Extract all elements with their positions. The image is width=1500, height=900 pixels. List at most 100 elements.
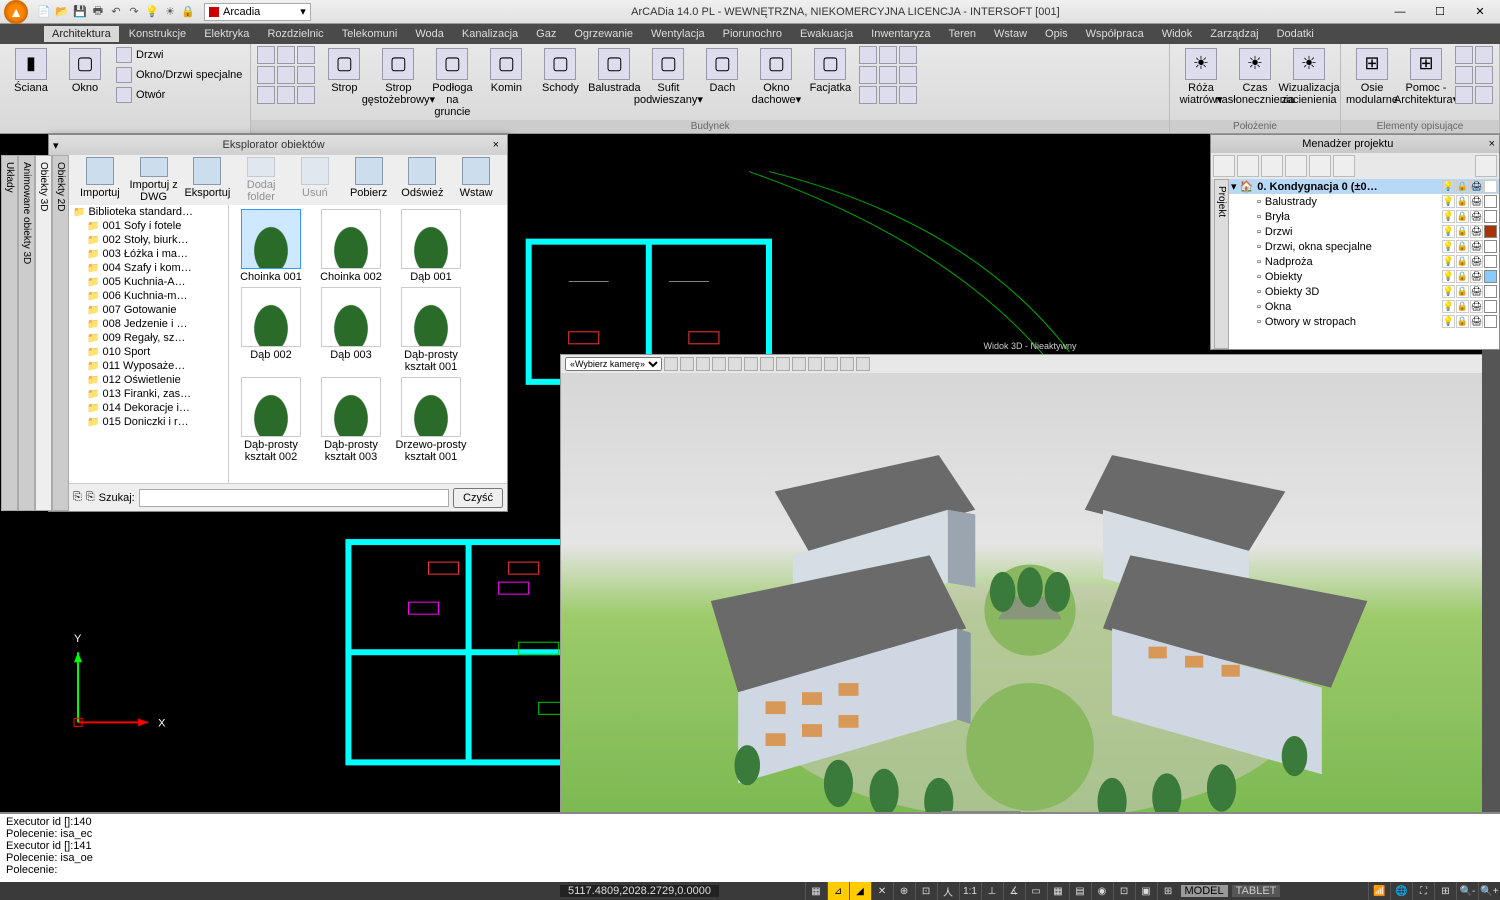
- sb-btn[interactable]: ∡: [1003, 882, 1025, 900]
- btn-sub[interactable]: Otwór: [114, 86, 244, 104]
- menu-tab-rozdzielnic[interactable]: Rozdzielnic: [259, 26, 331, 42]
- menu-tab-konstrukcje[interactable]: Konstrukcje: [121, 26, 194, 42]
- small-tool[interactable]: [257, 46, 275, 64]
- sb-btn[interactable]: 人: [937, 882, 959, 900]
- objexp-sidetab[interactable]: Układy: [1, 155, 18, 511]
- tree-node[interactable]: 012 Oświetlenie: [69, 373, 228, 387]
- menu-tab-opis[interactable]: Opis: [1037, 26, 1076, 42]
- pm-tb[interactable]: [1333, 155, 1355, 177]
- btn[interactable]: ⊞Pomoc - Architektura▾: [1401, 46, 1451, 108]
- sb-btn[interactable]: ▭: [1025, 882, 1047, 900]
- camera-select[interactable]: «Wybierz kamerę»: [565, 357, 662, 371]
- qat-sun-icon[interactable]: ☀: [162, 4, 178, 20]
- thumb-item[interactable]: Dąb-prosty kształt 001: [393, 287, 469, 373]
- v3-btn[interactable]: [760, 357, 774, 371]
- btn[interactable]: ⊞Osie modularne: [1347, 46, 1397, 108]
- pm-root[interactable]: ▾ 🏠0. Kondygnacja 0 (±0…💡🔒🖨: [1229, 179, 1499, 194]
- thumb-item[interactable]: Dąb-prosty kształt 002: [233, 377, 309, 463]
- btn-okno dachowe▾[interactable]: ▢Okno dachowe▾: [751, 46, 801, 108]
- thumb-item[interactable]: Choinka 002: [313, 209, 389, 283]
- sb-btn[interactable]: ▤: [1069, 882, 1091, 900]
- objexp-tool-importuj z dwg[interactable]: Importuj z DWG: [129, 157, 179, 203]
- btn-podłoga na gruncie[interactable]: ▢Podłoga na gruncie: [427, 46, 477, 120]
- menu-tab-zarządzaj[interactable]: Zarządzaj: [1202, 26, 1266, 42]
- small-tool[interactable]: [277, 66, 295, 84]
- btn-schody[interactable]: ▢Schody: [535, 46, 585, 96]
- menu-tab-dodatki[interactable]: Dodatki: [1269, 26, 1322, 42]
- menu-tab-elektryka[interactable]: Elektryka: [196, 26, 257, 42]
- menu-tab-ewakuacja[interactable]: Ewakuacja: [792, 26, 861, 42]
- objexp-tool-pobierz[interactable]: Pobierz: [344, 157, 394, 203]
- small-tool[interactable]: [899, 86, 917, 104]
- v3-btn[interactable]: [728, 357, 742, 371]
- menu-tab-widok[interactable]: Widok: [1154, 26, 1201, 42]
- v3-btn[interactable]: [808, 357, 822, 371]
- view3d-scene[interactable]: [561, 373, 1499, 829]
- objexp-tool-importuj[interactable]: Importuj: [75, 157, 125, 203]
- sb-btn[interactable]: ⊥: [981, 882, 1003, 900]
- thumb-item[interactable]: Choinka 001: [233, 209, 309, 283]
- pm-row[interactable]: ▫Balustrady💡🔒🖨: [1229, 194, 1499, 209]
- v3-btn[interactable]: [856, 357, 870, 371]
- objexp-tool-odśwież[interactable]: Odśwież: [398, 157, 448, 203]
- sb-btn[interactable]: ⊞: [1434, 882, 1456, 900]
- sb-btn[interactable]: ▦: [1047, 882, 1069, 900]
- btn[interactable]: ☀Czas nasłonecznienia: [1230, 46, 1280, 108]
- sb-btn[interactable]: 1:1: [959, 882, 981, 900]
- sb-btn[interactable]: ▦: [805, 882, 827, 900]
- objexp-tool-dodaj folder[interactable]: Dodaj folder: [236, 157, 286, 203]
- tree-node[interactable]: 008 Jedzenie i …: [69, 317, 228, 331]
- app-logo[interactable]: ▲: [4, 0, 28, 24]
- small-tool[interactable]: [297, 66, 315, 84]
- menu-tab-teren[interactable]: Teren: [940, 26, 984, 42]
- pm-row[interactable]: ▫Okna💡🔒🖨: [1229, 299, 1499, 314]
- layer-selector[interactable]: Arcadia ▾: [204, 3, 311, 21]
- tree-node[interactable]: 009 Regały, sz…: [69, 331, 228, 345]
- btn-sub[interactable]: Drzwi: [114, 46, 244, 64]
- v3-btn[interactable]: [744, 357, 758, 371]
- qat-open-icon[interactable]: 📂: [54, 4, 70, 20]
- v3-btn[interactable]: [824, 357, 838, 371]
- pm-tb[interactable]: [1237, 155, 1259, 177]
- small-tool[interactable]: [879, 86, 897, 104]
- menu-tab-ogrzewanie[interactable]: Ogrzewanie: [566, 26, 641, 42]
- v3-btn[interactable]: [664, 357, 678, 371]
- projmgr-close[interactable]: ×: [1485, 138, 1499, 150]
- projmgr-side-tab[interactable]: Projekt: [1214, 179, 1229, 349]
- thumb-item[interactable]: Dąb 003: [313, 287, 389, 373]
- tree-node[interactable]: 010 Sport: [69, 345, 228, 359]
- clear-button[interactable]: Czyść: [453, 488, 503, 508]
- v3-btn[interactable]: [840, 357, 854, 371]
- pm-row[interactable]: ▫Otwory w stropach💡🔒🖨: [1229, 314, 1499, 329]
- small-tool[interactable]: [1475, 86, 1493, 104]
- sb-btn[interactable]: ◉: [1091, 882, 1113, 900]
- tree-node[interactable]: 007 Gotowanie: [69, 303, 228, 317]
- tree-node[interactable]: 003 Łóżka i ma…: [69, 247, 228, 261]
- menu-tab-piorunochro[interactable]: Piorunochro: [715, 26, 790, 42]
- objexp-tool-wstaw[interactable]: Wstaw: [451, 157, 501, 203]
- qat-lock-icon[interactable]: 🔒: [180, 4, 196, 20]
- pm-row[interactable]: ▫Nadproża💡🔒🖨: [1229, 254, 1499, 269]
- pm-tb[interactable]: [1475, 155, 1497, 177]
- btn-komin[interactable]: ▢Komin: [481, 46, 531, 96]
- sb-btn[interactable]: 📶: [1368, 882, 1390, 900]
- btn-balustrada[interactable]: ▢Balustrada: [589, 46, 639, 96]
- tree-node[interactable]: 015 Doniczki i r…: [69, 415, 228, 429]
- pm-row[interactable]: ▫Drzwi💡🔒🖨: [1229, 224, 1499, 239]
- close-button[interactable]: ✕: [1460, 0, 1500, 24]
- btn-facjatka[interactable]: ▢Facjatka: [805, 46, 855, 96]
- tree-node[interactable]: 014 Dekoracje i…: [69, 401, 228, 415]
- search-input[interactable]: [139, 489, 449, 507]
- small-tool[interactable]: [277, 46, 295, 64]
- minimize-button[interactable]: —: [1380, 0, 1420, 24]
- small-tool[interactable]: [257, 86, 275, 104]
- tree-node[interactable]: Biblioteka standard…: [69, 205, 228, 219]
- pm-tb[interactable]: [1261, 155, 1283, 177]
- btn-strop gęstożebrowy▾[interactable]: ▢Strop gęstożebrowy▾: [373, 46, 423, 108]
- v3-btn[interactable]: [696, 357, 710, 371]
- objexp-sidetab[interactable]: Animowane obiekty 3D: [18, 155, 35, 511]
- menu-tab-inwentaryza[interactable]: Inwentaryza: [863, 26, 938, 42]
- pm-row[interactable]: ▫Bryła💡🔒🖨: [1229, 209, 1499, 224]
- tree-node[interactable]: 006 Kuchnia-m…: [69, 289, 228, 303]
- sb-btn[interactable]: ⊡: [915, 882, 937, 900]
